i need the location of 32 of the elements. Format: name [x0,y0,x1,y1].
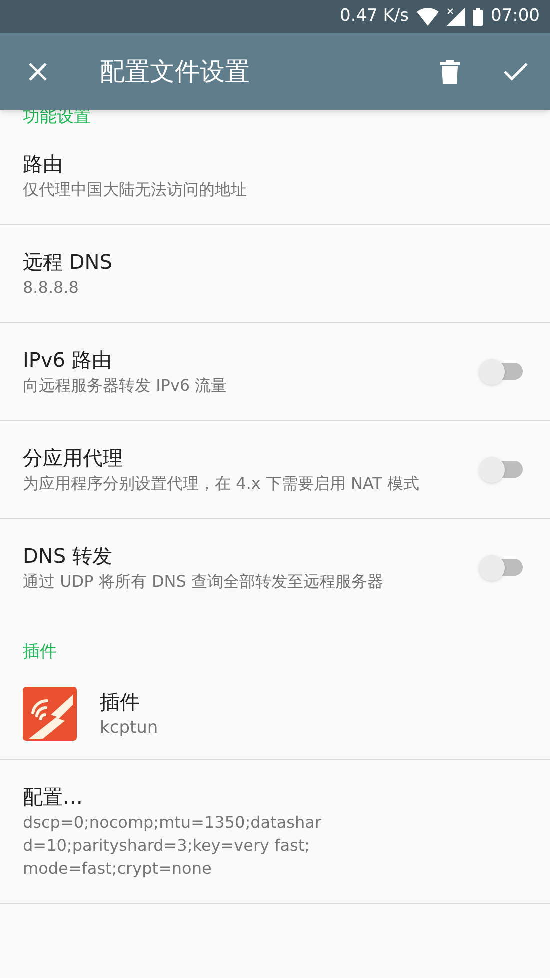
item-summary: 向远程服务器转发 IPv6 流量 [23,375,228,397]
wifi-icon [417,8,439,26]
section-header: 插件 [22,641,58,664]
item-title: 插件 [100,689,141,716]
item-summary: 通过 UDP 将所有 DNS 查询全部转发至远程服务器 [23,571,384,593]
screen-title: 配置文件设置 [100,56,251,88]
item-title: IPv6 路由 [23,347,113,374]
preference-row[interactable]: IPv6 路由 向远程服务器转发 IPv6 流量 [0,323,550,421]
trash-icon [440,60,460,84]
item-title: 配置… [23,784,84,810]
preference-row[interactable]: DNS 转发 通过 UDP 将所有 DNS 查询全部转发至远程服务器 [0,519,550,616]
preference-row[interactable]: 路由 仅代理中国大陆无法访问的地址 [0,127,550,225]
item-summary: 仅代理中国大陆无法访问的地址 [23,179,248,201]
plugin-row[interactable]: 插件 kcptun [0,670,550,760]
signal-icon [447,8,465,26]
close-icon [28,62,48,82]
item-summary: 为应用程序分别设置代理，在 4.x 下需要启用 NAT 模式 [23,473,421,495]
preference-row[interactable]: 远程 DNS 8.8.8.8 [0,225,550,323]
checkmark-icon [504,62,528,80]
item-title: DNS 转发 [23,543,114,570]
network-speed: 0.47 K/s [340,4,409,28]
item-summary: 8.8.8.8 [23,277,80,299]
item-title: 路由 [23,151,64,178]
item-summary: dscp=0;nocomp;mtu=1350;datashard=10;parityshard=3;key=very fast;mode=fast;crypt=none [23,812,322,880]
item-summary: kcptun [100,717,158,740]
battery-icon [473,8,483,26]
preference-row[interactable]: 配置… dscp=0;nocomp;mtu=1350;datashard=10;parityshard=3;key=very fast;mode=fast;crypt=none [0,760,550,904]
item-title: 远程 DNS [23,249,114,276]
preference-row[interactable]: 分应用代理 为应用程序分别设置代理，在 4.x 下需要启用 NAT 模式 [0,421,550,519]
clock: 07:00 [491,4,540,28]
plugin-icon [23,687,77,741]
item-title: 分应用代理 [23,445,124,472]
